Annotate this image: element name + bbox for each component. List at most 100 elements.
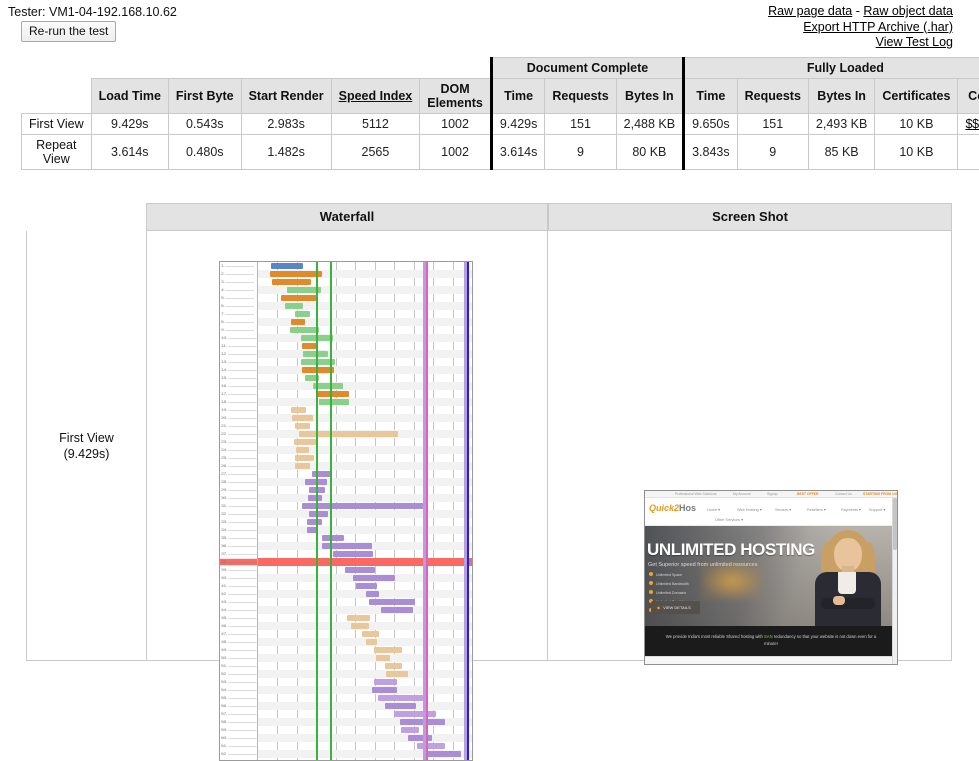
waterfall-bar[interactable] xyxy=(353,575,395,581)
waterfall-request-label[interactable]: 58. —————— xyxy=(220,719,257,725)
waterfall-bar[interactable] xyxy=(362,631,379,637)
utility-link[interactable]: BEST OFFER xyxy=(797,492,818,497)
waterfall-row[interactable] xyxy=(258,470,472,478)
waterfall-row[interactable] xyxy=(258,454,472,462)
waterfall-bar[interactable] xyxy=(347,615,370,621)
waterfall-request-label[interactable]: 56. —————— xyxy=(220,703,257,709)
waterfall-request-label[interactable]: 1. —————— xyxy=(220,263,257,269)
th-speed-index[interactable]: Speed Index xyxy=(331,79,420,114)
waterfall-bar[interactable] xyxy=(295,423,310,429)
waterfall-bar[interactable] xyxy=(307,519,322,525)
waterfall-request-label[interactable]: 2. —————— xyxy=(220,271,257,277)
waterfall-row[interactable] xyxy=(258,286,472,294)
scrollbar-thumb[interactable] xyxy=(893,498,897,550)
waterfall-row[interactable] xyxy=(258,294,472,302)
waterfall-bar[interactable] xyxy=(333,551,373,557)
waterfall-row[interactable] xyxy=(258,486,472,494)
waterfall-row[interactable] xyxy=(258,606,472,614)
waterfall-row[interactable] xyxy=(258,390,472,398)
waterfall-request-label[interactable]: 62. —————— xyxy=(220,751,257,757)
waterfall-request-label[interactable]: 13. —————— xyxy=(220,359,257,365)
waterfall-request-label[interactable]: 15. —————— xyxy=(220,375,257,381)
site-nav-item[interactable]: Support ▾ xyxy=(869,507,885,512)
waterfall-row[interactable] xyxy=(258,702,472,710)
waterfall-request-label[interactable]: 32. —————— xyxy=(220,511,257,517)
waterfall-row[interactable] xyxy=(258,654,472,662)
waterfall-row[interactable] xyxy=(258,422,472,430)
waterfall-request-label[interactable]: 12. —————— xyxy=(220,351,257,357)
waterfall-bar[interactable] xyxy=(295,463,310,469)
waterfall-request-label[interactable]: 49. —————— xyxy=(220,647,257,653)
waterfall-bar[interactable] xyxy=(319,399,349,405)
waterfall-bar[interactable] xyxy=(308,495,322,501)
waterfall-row[interactable] xyxy=(258,662,472,670)
waterfall-request-label[interactable]: 53. —————— xyxy=(220,679,257,685)
waterfall-bar[interactable] xyxy=(322,535,344,541)
waterfall-request-label[interactable]: 20. —————— xyxy=(220,415,257,421)
waterfall-row[interactable] xyxy=(258,582,472,590)
waterfall-request-label[interactable]: 46. —————— xyxy=(220,623,257,629)
waterfall-request-label[interactable]: 36. —————— xyxy=(220,543,257,549)
waterfall-row[interactable] xyxy=(258,558,472,566)
waterfall-request-label[interactable]: 48. —————— xyxy=(220,639,257,645)
waterfall-bar[interactable] xyxy=(291,407,306,413)
waterfall-row[interactable] xyxy=(258,686,472,694)
waterfall-row[interactable] xyxy=(258,590,472,598)
waterfall-request-label[interactable]: 57. —————— xyxy=(220,711,257,717)
waterfall-bar[interactable] xyxy=(394,711,436,717)
waterfall-row[interactable] xyxy=(258,374,472,382)
waterfall-bar[interactable] xyxy=(351,623,369,629)
waterfall-request-label[interactable]: 35. —————— xyxy=(220,535,257,541)
waterfall-row[interactable] xyxy=(258,646,472,654)
waterfall-row[interactable] xyxy=(258,718,472,726)
waterfall-bar[interactable] xyxy=(385,703,416,709)
waterfall-request-label[interactable]: 59. —————— xyxy=(220,727,257,733)
waterfall-bar[interactable] xyxy=(417,743,445,749)
waterfall-request-label[interactable]: 17. —————— xyxy=(220,391,257,397)
waterfall-row[interactable] xyxy=(258,670,472,678)
waterfall-request-label[interactable]: 11. —————— xyxy=(220,343,257,349)
hero-cta-button[interactable]: ◆VIEW DETAILS xyxy=(651,601,700,614)
waterfall-request-label[interactable]: 3. —————— xyxy=(220,279,257,285)
waterfall-request-label[interactable]: 60. —————— xyxy=(220,735,257,741)
waterfall-request-label[interactable]: 61. —————— xyxy=(220,743,257,749)
waterfall-row[interactable] xyxy=(258,502,472,510)
waterfall-request-label[interactable]: 24. —————— xyxy=(220,447,257,453)
waterfall-row[interactable] xyxy=(258,694,472,702)
waterfall-row[interactable] xyxy=(258,406,472,414)
waterfall-request-label[interactable]: 38. —————— xyxy=(220,559,257,565)
waterfall-request-label[interactable]: 39. —————— xyxy=(220,567,257,573)
waterfall-row[interactable] xyxy=(258,750,472,758)
waterfall-chart[interactable]: 1. ——————2. ——————3. ——————4. ——————5. —… xyxy=(219,261,473,761)
waterfall-row[interactable] xyxy=(258,278,472,286)
raw-page-data-link[interactable]: Raw page data xyxy=(768,4,852,18)
waterfall-request-label[interactable]: 40. —————— xyxy=(220,575,257,581)
waterfall-request-label[interactable]: 54. —————— xyxy=(220,687,257,693)
waterfall-row[interactable] xyxy=(258,382,472,390)
waterfall-row[interactable] xyxy=(258,478,472,486)
waterfall-row[interactable] xyxy=(258,310,472,318)
waterfall-row[interactable] xyxy=(258,566,472,574)
utility-link[interactable]: Contact Us xyxy=(835,492,852,497)
waterfall-request-label[interactable]: 6. —————— xyxy=(220,303,257,309)
waterfall-row[interactable] xyxy=(258,326,472,334)
waterfall-row[interactable] xyxy=(258,574,472,582)
utility-link[interactable]: My Account xyxy=(733,492,751,497)
waterfall-request-label[interactable]: 8. —————— xyxy=(220,319,257,325)
waterfall-request-label[interactable]: 10. —————— xyxy=(220,335,257,341)
waterfall-row[interactable] xyxy=(258,342,472,350)
waterfall-request-label[interactable]: 7. —————— xyxy=(220,311,257,317)
waterfall-row[interactable] xyxy=(258,430,472,438)
waterfall-bar[interactable] xyxy=(302,343,317,349)
waterfall-bar[interactable] xyxy=(386,671,408,677)
waterfall-row[interactable] xyxy=(258,494,472,502)
waterfall-request-label[interactable]: 37. —————— xyxy=(220,551,257,557)
rerun-test-button[interactable]: Re-run the test xyxy=(21,21,116,42)
waterfall-bar[interactable] xyxy=(299,431,398,437)
waterfall-row[interactable] xyxy=(258,350,472,358)
waterfall-row[interactable] xyxy=(258,534,472,542)
waterfall-request-label[interactable]: 26. —————— xyxy=(220,463,257,469)
waterfall-row[interactable] xyxy=(258,734,472,742)
utility-link[interactable]: Signup xyxy=(767,492,778,497)
waterfall-row[interactable] xyxy=(258,638,472,646)
